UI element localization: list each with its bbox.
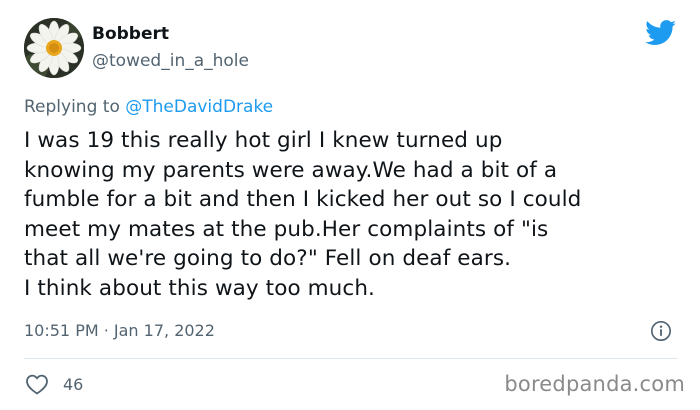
- reply-prefix: Replying to: [24, 97, 126, 117]
- daisy-avatar-image: [24, 18, 84, 78]
- info-icon[interactable]: [650, 320, 672, 342]
- like-count: 46: [63, 374, 84, 394]
- watermark: boredpanda.com: [504, 372, 685, 396]
- tweet-text-line: knowing my parents were away.We had a bi…: [24, 157, 558, 183]
- like-button[interactable]: 46: [25, 372, 83, 396]
- tweet-text-line: fumble for a bit and then I kicked her o…: [24, 187, 582, 212]
- avatar[interactable]: [24, 18, 84, 78]
- author-handle[interactable]: @towed_in_a_hole: [92, 51, 249, 71]
- twitter-bird-icon[interactable]: [645, 20, 677, 46]
- tweet-text-line: I was 19 this really hot girl I knew tur…: [24, 128, 503, 153]
- tweet-card: Bobbert @towed_in_a_hole Replying to @Th…: [0, 0, 700, 410]
- tweet-text-line: that all we're going to do?" Fell on dea…: [24, 246, 512, 271]
- divider: [24, 358, 678, 359]
- reply-mention-link[interactable]: @TheDavidDrake: [125, 97, 273, 117]
- tweet-timestamp[interactable]: 10:51 PM · Jan 17, 2022: [24, 321, 215, 340]
- reply-context: Replying to @TheDavidDrake: [24, 97, 273, 117]
- tweet-text: I was 19 this really hot girl I knew tur…: [24, 126, 686, 303]
- tweet-text-line: meet my mates at the pub.Her complaints …: [24, 216, 549, 242]
- author-name[interactable]: Bobbert: [92, 24, 169, 44]
- tweet-text-line: I think about this way too much.: [24, 275, 375, 301]
- heart-icon[interactable]: [25, 373, 49, 395]
